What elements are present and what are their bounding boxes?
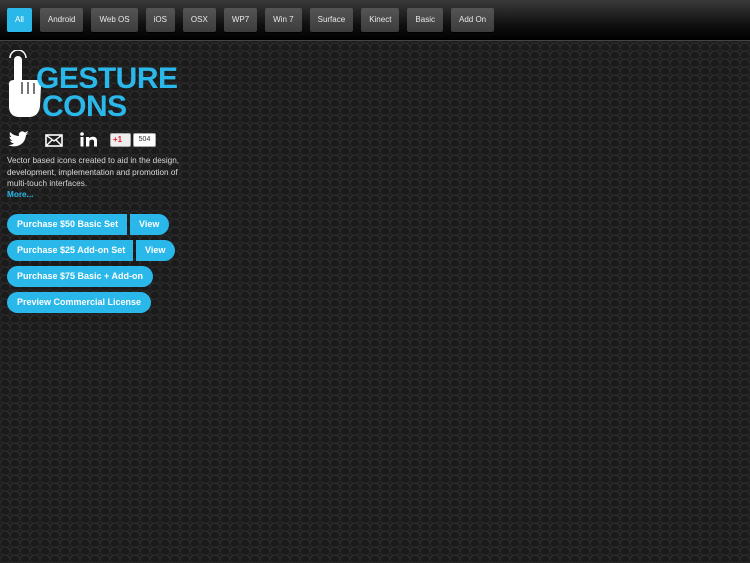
license-button-group: Preview Commercial License [7, 292, 152, 313]
more-link[interactable]: More... [7, 190, 33, 199]
basic-set-button-group: Purchase $50 Basic Set View [7, 214, 169, 235]
nav-ios[interactable]: iOS [145, 8, 175, 32]
platform-filter-nav: All Android Web OS iOS OSX WP7 Win 7 Sur… [7, 8, 495, 32]
google-plus-one-label: +1 [113, 135, 123, 144]
gesture-icons-logo[interactable]: GESTURE CONS [6, 50, 186, 123]
view-addon-set-button[interactable]: View [136, 240, 175, 261]
nav-android[interactable]: Android [39, 8, 84, 32]
nav-wp7[interactable]: WP7 [223, 8, 258, 32]
description-text: Vector based icons created to aid in the… [7, 156, 180, 188]
purchase-bundle-button[interactable]: Purchase $75 Basic + Add-on [7, 266, 153, 287]
view-basic-set-button[interactable]: View [130, 214, 169, 235]
logo-text-cons: CONS [42, 90, 127, 123]
nav-kinect[interactable]: Kinect [361, 8, 400, 32]
nav-all[interactable]: All [7, 8, 32, 32]
google-plus-count-value: 504 [138, 136, 151, 143]
nav-addon[interactable]: Add On [450, 8, 495, 32]
email-icon[interactable] [45, 134, 63, 147]
purchase-addon-set-button[interactable]: Purchase $25 Add-on Set [7, 240, 133, 261]
nav-basic[interactable]: Basic [407, 8, 443, 32]
nav-webos[interactable]: Web OS [91, 8, 138, 32]
linkedin-icon[interactable] [80, 132, 98, 147]
google-plus-one-button[interactable]: +1 [110, 133, 131, 147]
nav-osx[interactable]: OSX [182, 8, 216, 32]
nav-win7[interactable]: Win 7 [265, 8, 302, 32]
google-plus-count: 504 [133, 133, 156, 147]
preview-license-button[interactable]: Preview Commercial License [7, 292, 152, 313]
twitter-icon[interactable] [8, 131, 30, 147]
nav-surface[interactable]: Surface [309, 8, 354, 32]
addon-set-button-group: Purchase $25 Add-on Set View [7, 240, 175, 261]
bundle-button-group: Purchase $75 Basic + Add-on [7, 266, 153, 287]
top-navigation-bar: All Android Web OS iOS OSX WP7 Win 7 Sur… [0, 0, 750, 41]
purchase-basic-set-button[interactable]: Purchase $50 Basic Set [7, 214, 127, 235]
